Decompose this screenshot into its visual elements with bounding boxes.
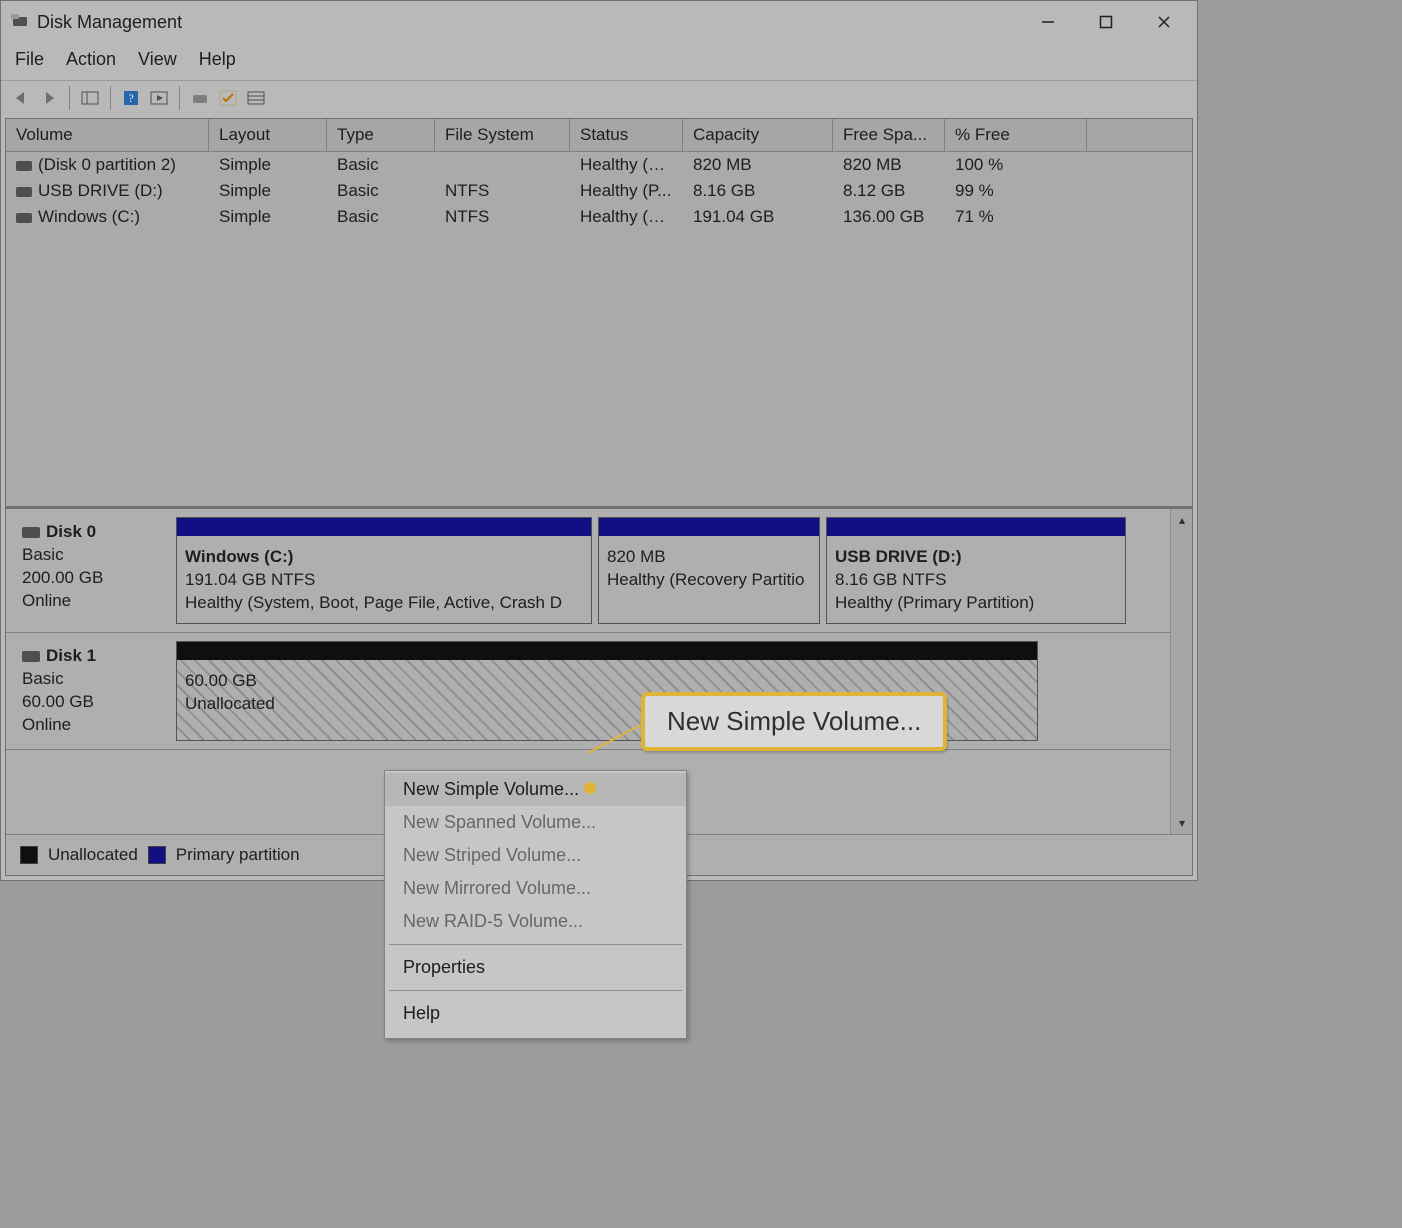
table-cell: 820 MB — [683, 153, 833, 177]
table-cell: (Disk 0 partition 2) — [6, 153, 209, 177]
help-icon[interactable]: ? — [119, 86, 143, 110]
maximize-button[interactable] — [1077, 4, 1135, 40]
menu-file[interactable]: File — [15, 49, 44, 70]
legend-primary-label: Primary partition — [176, 845, 300, 865]
table-cell: 136.00 GB — [833, 205, 945, 229]
table-cell: Simple — [209, 205, 327, 229]
title-bar[interactable]: Disk Management — [1, 1, 1197, 43]
table-cell: 8.16 GB — [683, 179, 833, 203]
scroll-down-icon[interactable]: ▾ — [1171, 812, 1193, 834]
table-cell: NTFS — [435, 179, 570, 203]
col-type[interactable]: Type — [327, 119, 435, 151]
toolbar: ? — [1, 80, 1197, 114]
minimize-button[interactable] — [1019, 4, 1077, 40]
volume-list[interactable]: Volume Layout Type File System Status Ca… — [6, 119, 1192, 509]
col-layout[interactable]: Layout — [209, 119, 327, 151]
table-cell: 8.12 GB — [833, 179, 945, 203]
table-cell: 191.04 GB — [683, 205, 833, 229]
disk-management-window: Disk Management File Action View Help ? … — [0, 0, 1198, 881]
table-cell: Healthy (S... — [570, 205, 683, 229]
callout-anchor-dot — [584, 782, 596, 794]
col-filesystem[interactable]: File System — [435, 119, 570, 151]
partition[interactable]: USB DRIVE (D:)8.16 GB NTFSHealthy (Prima… — [826, 517, 1126, 624]
action-pane-icon[interactable] — [147, 86, 171, 110]
table-cell: 100 % — [945, 153, 1087, 177]
disk-info[interactable]: Disk 1Basic60.00 GBOnline — [16, 641, 176, 741]
disk-icon — [22, 651, 40, 662]
back-icon[interactable] — [9, 86, 33, 110]
menu-view[interactable]: View — [138, 49, 177, 70]
volume-icon — [16, 187, 32, 197]
partition[interactable]: 820 MBHealthy (Recovery Partitio — [598, 517, 820, 624]
disk-row: Disk 1Basic60.00 GBOnline60.00 GBUnalloc… — [6, 633, 1192, 750]
table-cell: USB DRIVE (D:) — [6, 179, 209, 203]
volume-icon — [16, 213, 32, 223]
col-capacity[interactable]: Capacity — [683, 119, 833, 151]
vertical-scrollbar[interactable]: ▴ ▾ — [1170, 509, 1192, 834]
context-menu-item[interactable]: Help — [385, 997, 686, 1030]
disk-info[interactable]: Disk 0Basic200.00 GBOnline — [16, 517, 176, 624]
forward-icon[interactable] — [37, 86, 61, 110]
context-menu-separator — [389, 990, 682, 991]
col-status[interactable]: Status — [570, 119, 683, 151]
table-row[interactable]: USB DRIVE (D:)SimpleBasicNTFSHealthy (P.… — [6, 178, 1192, 204]
context-menu[interactable]: New Simple Volume...New Spanned Volume..… — [384, 770, 687, 1039]
partition[interactable]: Windows (C:)191.04 GB NTFSHealthy (Syste… — [176, 517, 592, 624]
volume-icon — [16, 161, 32, 171]
context-menu-item: New Spanned Volume... — [385, 806, 686, 839]
table-cell: Basic — [327, 205, 435, 229]
table-row[interactable]: (Disk 0 partition 2)SimpleBasic Healthy (… — [6, 152, 1192, 178]
legend-primary-swatch — [148, 846, 166, 864]
close-button[interactable] — [1135, 4, 1193, 40]
toolbar-separator — [110, 86, 111, 110]
context-menu-item[interactable]: Properties — [385, 951, 686, 984]
col-free[interactable]: Free Spa... — [833, 119, 945, 151]
table-cell: 820 MB — [833, 153, 945, 177]
table-cell: Basic — [327, 179, 435, 203]
toolbar-separator — [179, 86, 180, 110]
partition-color-bar — [827, 518, 1125, 536]
toolbar-separator — [69, 86, 70, 110]
app-icon — [11, 13, 29, 31]
context-menu-item: New Striped Volume... — [385, 839, 686, 872]
table-cell: Healthy (R... — [570, 153, 683, 177]
disk-icon — [22, 527, 40, 538]
table-cell: NTFS — [435, 205, 570, 229]
context-menu-item: New Mirrored Volume... — [385, 872, 686, 905]
svg-text:?: ? — [128, 91, 133, 105]
legend-unallocated-swatch — [20, 846, 38, 864]
window-title: Disk Management — [37, 12, 182, 33]
partition-color-bar — [599, 518, 819, 536]
table-cell: 99 % — [945, 179, 1087, 203]
scroll-up-icon[interactable]: ▴ — [1171, 509, 1193, 531]
content-pane: Volume Layout Type File System Status Ca… — [5, 118, 1193, 876]
partition-color-bar — [177, 642, 1037, 660]
context-menu-separator — [389, 944, 682, 945]
table-cell: Windows (C:) — [6, 205, 209, 229]
checkmark-icon[interactable] — [216, 86, 240, 110]
disk-settings-icon[interactable] — [188, 86, 212, 110]
table-cell: Simple — [209, 179, 327, 203]
context-menu-item[interactable]: New Simple Volume... — [385, 773, 686, 806]
callout-bubble: New Simple Volume... — [641, 692, 947, 751]
partition-color-bar — [177, 518, 591, 536]
menu-help[interactable]: Help — [199, 49, 236, 70]
col-volume[interactable]: Volume — [6, 119, 209, 151]
table-cell: 71 % — [945, 205, 1087, 229]
table-row[interactable]: Windows (C:)SimpleBasicNTFSHealthy (S...… — [6, 204, 1192, 230]
table-cell: Basic — [327, 153, 435, 177]
table-cell: Healthy (P... — [570, 179, 683, 203]
volume-list-header[interactable]: Volume Layout Type File System Status Ca… — [6, 119, 1192, 152]
disk-row: Disk 0Basic200.00 GBOnlineWindows (C:)19… — [6, 509, 1192, 633]
legend-unallocated-label: Unallocated — [48, 845, 138, 865]
callout-text: New Simple Volume... — [667, 706, 921, 736]
menu-action[interactable]: Action — [66, 49, 116, 70]
context-menu-item: New RAID-5 Volume... — [385, 905, 686, 938]
console-tree-icon[interactable] — [78, 86, 102, 110]
col-pctfree[interactable]: % Free — [945, 119, 1087, 151]
table-cell: Simple — [209, 153, 327, 177]
menu-bar: File Action View Help — [1, 43, 1197, 80]
list-view-icon[interactable] — [244, 86, 268, 110]
table-cell — [435, 153, 570, 177]
